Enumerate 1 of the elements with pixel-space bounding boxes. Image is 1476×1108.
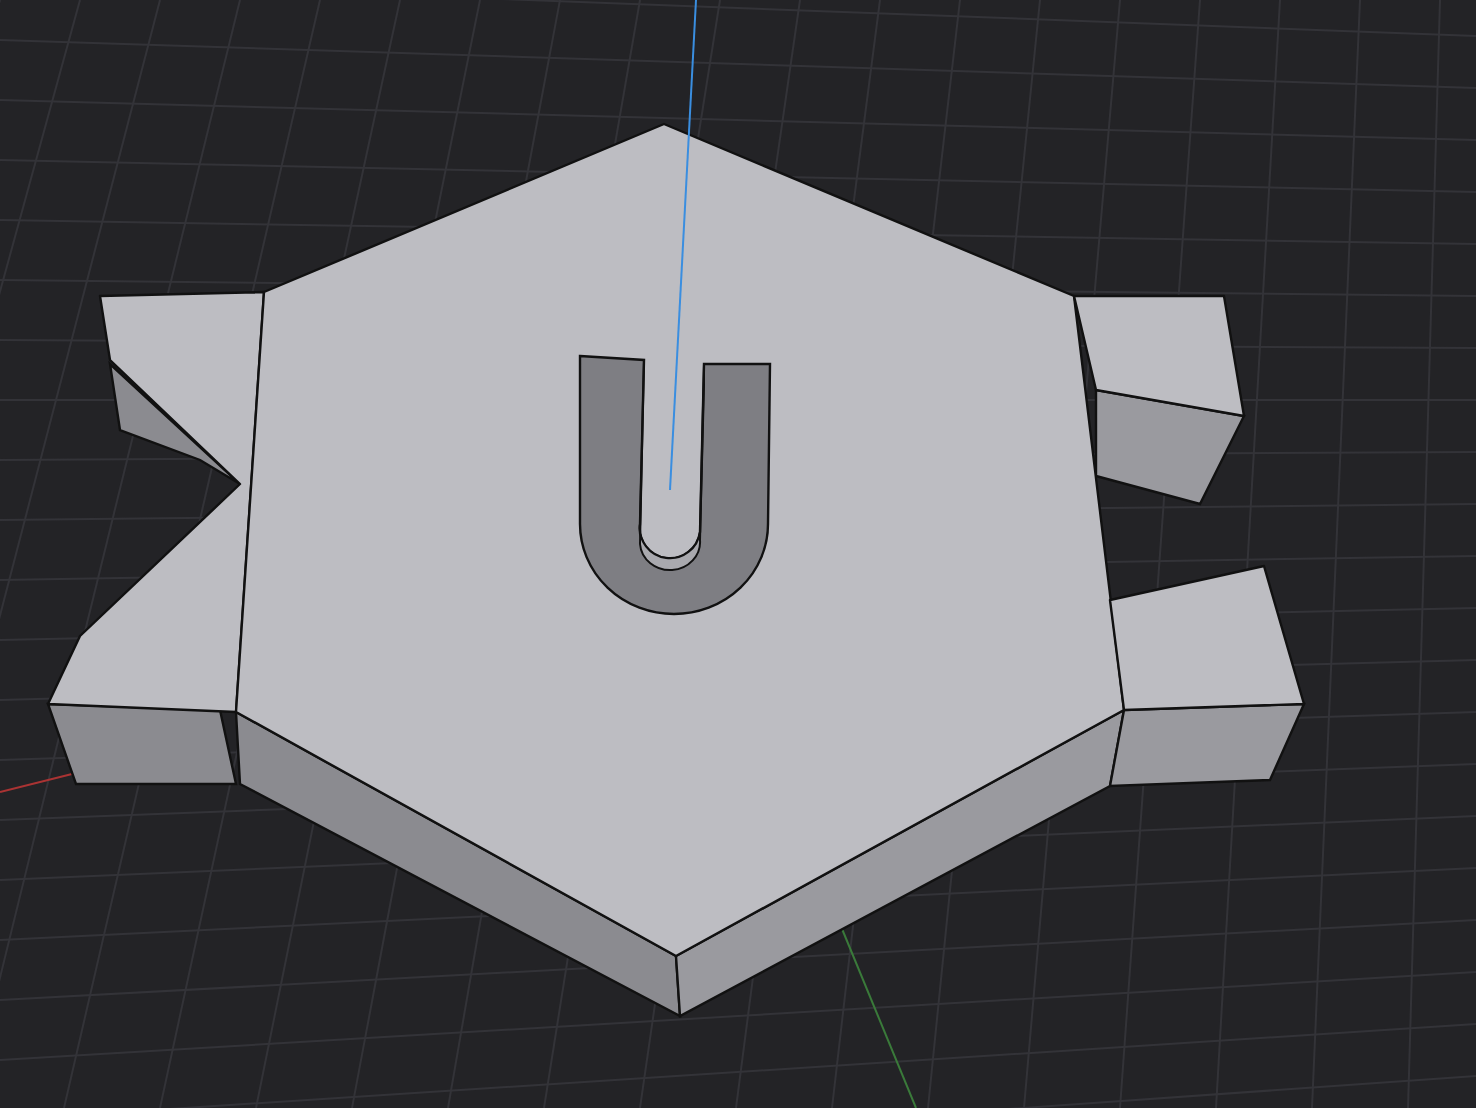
viewport[interactable] (0, 0, 1476, 1108)
